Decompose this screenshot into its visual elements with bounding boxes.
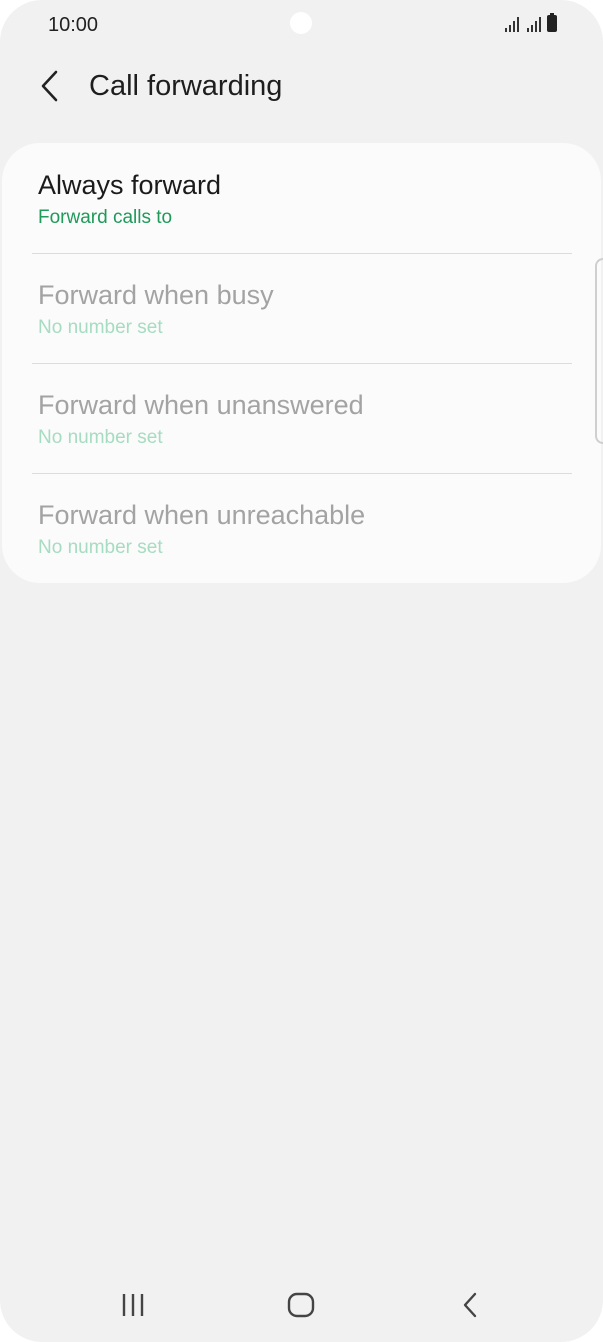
back-button[interactable] <box>30 64 70 108</box>
signal-icon <box>527 16 541 32</box>
option-forward-when-busy[interactable]: Forward when busy No number set <box>2 253 601 363</box>
signal-icon <box>505 16 519 32</box>
option-title: Always forward <box>38 170 222 200</box>
forwarding-options-card: Always forward Forward calls to Forward … <box>2 143 601 583</box>
home-icon <box>287 1292 315 1318</box>
scroll-indicator[interactable] <box>595 258 603 444</box>
option-title: Forward when busy <box>38 280 274 310</box>
home-button[interactable] <box>266 1280 336 1330</box>
navigation-bar <box>0 1270 603 1342</box>
status-icons <box>505 13 557 32</box>
recents-icon <box>122 1294 144 1316</box>
option-forward-when-unanswered[interactable]: Forward when unanswered No number set <box>2 363 601 473</box>
nav-back-button[interactable] <box>435 1280 505 1330</box>
option-subtitle: No number set <box>38 427 163 448</box>
recents-button[interactable] <box>98 1280 168 1330</box>
option-subtitle: Forward calls to <box>38 207 173 228</box>
battery-icon <box>547 13 557 32</box>
page-title: Call forwarding <box>89 70 283 102</box>
camera-cutout <box>290 12 312 34</box>
back-icon <box>463 1292 477 1318</box>
phone-screen: 10:00 Call forwarding Always forward For… <box>0 0 603 1342</box>
status-bar: 10:00 <box>0 0 603 52</box>
status-time: 10:00 <box>48 14 99 36</box>
app-bar: Call forwarding <box>0 52 603 124</box>
option-subtitle: No number set <box>38 537 163 558</box>
option-title: Forward when unanswered <box>38 390 364 420</box>
chevron-left-icon <box>41 70 58 102</box>
option-title: Forward when unreachable <box>38 500 366 530</box>
option-subtitle: No number set <box>38 317 163 338</box>
option-forward-when-unreachable[interactable]: Forward when unreachable No number set <box>2 473 601 583</box>
option-always-forward[interactable]: Always forward Forward calls to <box>2 143 601 253</box>
